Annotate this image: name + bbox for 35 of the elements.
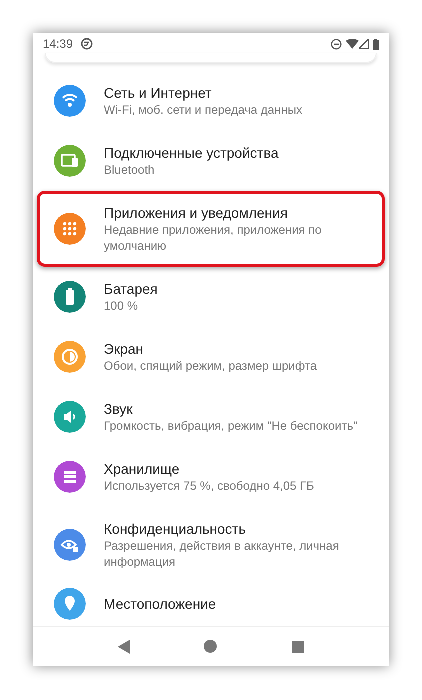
item-subtitle: Разрешения, действия в аккаунте, личная информация xyxy=(104,538,340,570)
item-subtitle: Громкость, вибрация, режим "Не беспокоить" xyxy=(104,418,358,434)
item-title: Подключенные устройства xyxy=(104,144,279,162)
item-subtitle: Используется 75 %, свободно 4,05 ГБ xyxy=(104,478,314,494)
cell-signal-icon xyxy=(359,39,369,49)
settings-item[interactable]: Хранилище Используется 75 %, свободно 4,05 ГБ xyxy=(37,447,385,507)
item-subtitle: 100 % xyxy=(104,298,140,314)
item-subtitle: Обои, спящий режим, размер шрифта xyxy=(104,358,318,374)
clock-time: 14:39 xyxy=(43,36,74,53)
settings-item[interactable]: Местоположение xyxy=(37,583,385,625)
battery-icon xyxy=(373,38,379,50)
settings-item[interactable]: Батарея 100 % xyxy=(37,267,385,327)
item-title: Экран xyxy=(104,340,144,358)
item-subtitle: Wi-Fi, моб. сети и передача данных xyxy=(104,102,302,118)
do-not-disturb-icon xyxy=(331,38,342,50)
item-title: Конфиденциальность xyxy=(104,520,248,538)
settings-item[interactable]: Экран Обои, спящий режим, размер шрифта xyxy=(37,327,385,387)
settings-item[interactable]: Звук Громкость, вибрация, режим "Не беспокоить" xyxy=(37,387,385,447)
sync-icon xyxy=(81,38,94,50)
settings-item[interactable]: Сеть и Интернет Wi-Fi, моб. сети и передача данных xyxy=(37,71,385,131)
settings-item[interactable]: Приложения и уведомления Недавние приложения, приложения по умолчанию xyxy=(37,191,385,267)
settings-item[interactable]: Конфиденциальность Разрешения, действия в аккаунте, личная информация xyxy=(37,507,385,583)
item-title: Местоположение xyxy=(104,595,216,613)
item-title: Звук xyxy=(104,400,134,418)
item-title: Сеть и Интернет xyxy=(104,84,213,102)
settings-item[interactable]: Подключенные устройства Bluetooth xyxy=(37,131,385,191)
item-subtitle: Bluetooth xyxy=(104,162,156,178)
home-icon[interactable] xyxy=(204,640,218,653)
item-title: Батарея xyxy=(104,280,158,298)
recents-icon[interactable] xyxy=(292,640,304,652)
item-title: Приложения и уведомления xyxy=(104,204,289,222)
item-title: Хранилище xyxy=(104,460,181,478)
wifi-signal-icon xyxy=(346,39,359,49)
back-icon[interactable] xyxy=(118,640,130,654)
item-subtitle: Недавние приложения, приложения по умолчанию xyxy=(104,222,323,254)
